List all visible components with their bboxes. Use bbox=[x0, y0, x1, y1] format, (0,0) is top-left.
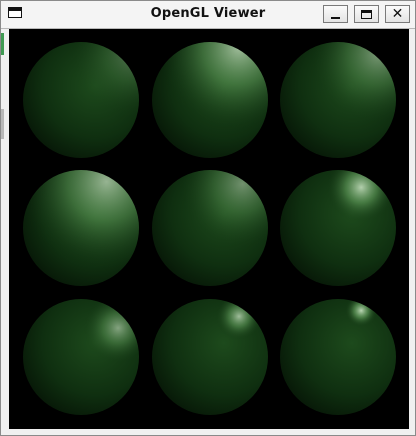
window-title: OpenGL Viewer bbox=[150, 6, 266, 21]
sphere-r2c3-highlight bbox=[280, 170, 396, 286]
gl-viewport[interactable] bbox=[9, 29, 409, 429]
sphere-grid bbox=[23, 42, 396, 415]
maximize-icon bbox=[361, 9, 372, 19]
sphere-r2c1 bbox=[23, 170, 139, 286]
maximize-button[interactable] bbox=[354, 5, 379, 23]
sphere-r3c1-highlight bbox=[23, 299, 139, 415]
sphere-r3c2-highlight bbox=[152, 299, 268, 415]
title-bar[interactable]: OpenGL Viewer ✕ bbox=[1, 1, 415, 29]
sphere-r1c2-highlight bbox=[152, 42, 268, 158]
background-window-edge-2 bbox=[1, 109, 4, 139]
sphere-r2c3 bbox=[280, 170, 396, 286]
sphere-r2c2 bbox=[152, 170, 268, 286]
sphere-r3c1 bbox=[23, 299, 139, 415]
minimize-button[interactable] bbox=[323, 5, 348, 23]
opengl-viewer-window: OpenGL Viewer ✕ bbox=[0, 0, 416, 436]
sphere-r1c3-highlight bbox=[280, 42, 396, 158]
background-window-edge bbox=[1, 33, 4, 55]
sphere-r2c1-highlight bbox=[23, 170, 139, 286]
close-button[interactable]: ✕ bbox=[385, 5, 410, 23]
sphere-r3c3 bbox=[280, 299, 396, 415]
close-icon: ✕ bbox=[391, 6, 404, 22]
sphere-r3c3-highlight bbox=[280, 299, 396, 415]
minimize-icon bbox=[331, 16, 340, 19]
sphere-r1c3 bbox=[280, 42, 396, 158]
sphere-r1c1-highlight bbox=[23, 42, 139, 158]
sphere-r3c2 bbox=[152, 299, 268, 415]
sphere-r1c2 bbox=[152, 42, 268, 158]
window-menu-icon[interactable] bbox=[8, 7, 22, 18]
gl-canvas bbox=[9, 29, 409, 429]
sphere-r2c2-highlight bbox=[152, 170, 268, 286]
sphere-r1c1 bbox=[23, 42, 139, 158]
